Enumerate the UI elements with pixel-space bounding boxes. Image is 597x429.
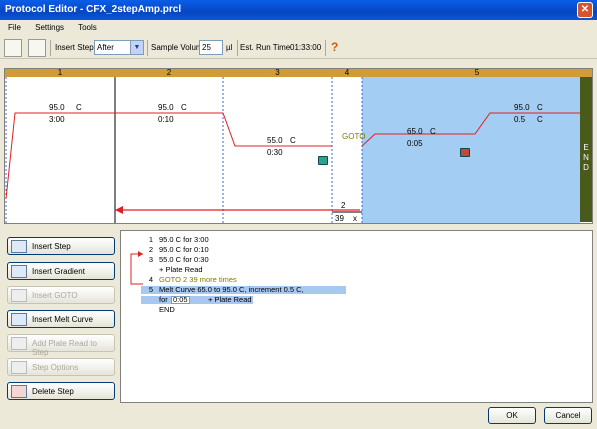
step5-end-unit: C xyxy=(537,103,543,112)
insert-goto-button[interactable]: Insert GOTO xyxy=(7,286,115,304)
delete-step-button[interactable]: Delete Step xyxy=(7,382,115,400)
step-text: + Plate Read xyxy=(159,265,203,274)
toolbar-separator xyxy=(50,40,51,56)
add-plate-read-button[interactable]: Add Plate Read to Step xyxy=(7,334,115,357)
insert-step-value: After xyxy=(97,43,114,52)
selected-step-highlight xyxy=(362,77,580,223)
step1-time: 3:00 xyxy=(49,115,65,124)
step-text: + Plate Read xyxy=(208,295,252,304)
toolbar-separator xyxy=(325,40,326,56)
plate-read-icon xyxy=(460,148,470,157)
insert-gradient-icon xyxy=(11,265,27,278)
list-item[interactable]: 1 95.0 C for 3:00 xyxy=(121,236,592,244)
insert-melt-curve-icon xyxy=(11,313,27,326)
list-item[interactable]: + Plate Read xyxy=(121,266,592,274)
protocol-step-list[interactable]: 1 95.0 C for 3:00 2 95.0 C for 0:10 3 55… xyxy=(120,230,593,403)
menu-settings[interactable]: Settings xyxy=(35,23,64,32)
insert-gradient-button-label: Insert Gradient xyxy=(32,267,85,276)
step-number: 4 xyxy=(148,275,153,284)
insert-step-label: Insert Step xyxy=(55,43,94,52)
close-icon[interactable]: ✕ xyxy=(577,2,593,18)
step-number: 1 xyxy=(148,235,153,244)
step3-temp: 55.0 xyxy=(267,136,283,145)
step-text: END xyxy=(159,305,175,314)
insert-melt-curve-button[interactable]: Insert Melt Curve xyxy=(7,310,115,328)
toolbar-separator xyxy=(147,40,148,56)
insert-step-button[interactable]: Insert Step xyxy=(7,237,115,255)
step5-increment: 0.5 xyxy=(514,115,526,124)
step-number: 5 xyxy=(148,285,153,294)
save-icon[interactable] xyxy=(4,39,22,57)
step-options-icon xyxy=(11,361,27,374)
toolbar: Insert Step After ▼ Sample Volume 25 µl … xyxy=(0,37,597,59)
goto-times: 39 xyxy=(335,214,344,223)
sample-volume-unit: µl xyxy=(226,43,233,52)
step5-start-unit: C xyxy=(430,127,436,136)
list-item-selected[interactable]: 5 Melt Curve 65.0 to 95.0 C, increment 0… xyxy=(141,286,346,294)
window-title: Protocol Editor - CFX_2stepAmp.prcl xyxy=(5,4,182,15)
protocol-plot xyxy=(5,77,580,223)
step2-unit: C xyxy=(181,103,187,112)
insert-step-button-label: Insert Step xyxy=(32,242,71,251)
step-text: 55.0 C for 0:30 xyxy=(159,255,209,264)
step-text: for xyxy=(159,295,168,304)
list-item[interactable]: 3 55.0 C for 0:30 xyxy=(121,256,592,264)
end-marker: END xyxy=(580,77,592,222)
insert-step-icon xyxy=(11,240,27,253)
print-icon[interactable] xyxy=(28,39,46,57)
list-item[interactable]: END xyxy=(121,306,592,314)
insert-goto-button-label: Insert GOTO xyxy=(32,291,78,300)
insert-melt-curve-button-label: Insert Melt Curve xyxy=(32,315,93,324)
menu-file[interactable]: File xyxy=(8,23,21,32)
goto-label: GOTO xyxy=(342,132,366,141)
step5-increment-time: 0:05 xyxy=(407,139,423,148)
step2-temp: 95.0 xyxy=(158,103,174,112)
list-item[interactable]: 4 GOTO 2 39 more times xyxy=(121,276,592,284)
cancel-button[interactable]: Cancel xyxy=(544,407,592,424)
add-plate-read-icon xyxy=(11,337,27,350)
plate-read-icon xyxy=(318,156,328,165)
title-bar: Protocol Editor - CFX_2stepAmp.prcl ✕ xyxy=(0,0,597,20)
step-number: 2 xyxy=(148,245,153,254)
ok-button[interactable]: OK xyxy=(488,407,536,424)
insert-gradient-button[interactable]: Insert Gradient xyxy=(7,262,115,280)
step1-unit: C xyxy=(76,103,82,112)
list-item-selected[interactable]: for 0:05 + Plate Read xyxy=(141,296,253,304)
menu-bar: File Settings Tools xyxy=(0,20,597,36)
help-icon[interactable]: ? xyxy=(331,40,338,54)
delete-icon xyxy=(11,385,27,398)
step-text: GOTO 2 39 more times xyxy=(159,275,237,284)
run-time-label: Est. Run Time xyxy=(240,43,291,52)
menu-tools[interactable]: Tools xyxy=(78,23,97,32)
toolbar-separator xyxy=(237,40,238,56)
temperature-line xyxy=(5,112,332,200)
list-item[interactable]: 2 95.0 C for 0:10 xyxy=(121,246,592,254)
goto-target: 2 xyxy=(341,201,346,210)
chevron-down-icon[interactable]: ▼ xyxy=(130,41,143,54)
delete-step-button-label: Delete Step xyxy=(32,387,74,396)
step-text: Melt Curve 65.0 to 95.0 C, increment 0.5… xyxy=(159,285,304,294)
goto-arrow-head xyxy=(115,206,123,214)
step-options-button[interactable]: Step Options xyxy=(7,358,115,376)
goto-times-x: x xyxy=(353,214,357,223)
run-time-value: 01:33:00 xyxy=(290,43,322,52)
step2-time: 0:10 xyxy=(158,115,174,124)
step-text: 95.0 C for 3:00 xyxy=(159,235,209,244)
step3-unit: C xyxy=(290,136,296,145)
step5-end-temp: 95.0 xyxy=(514,103,530,112)
insert-goto-icon xyxy=(11,289,27,302)
step-number: 3 xyxy=(148,255,153,264)
step5-increment-unit: C xyxy=(537,115,543,124)
add-plate-read-button-label: Add Plate Read to Step xyxy=(32,339,97,357)
step1-temp: 95.0 xyxy=(49,103,65,112)
step3-time: 0:30 xyxy=(267,148,283,157)
protocol-graph[interactable]: 1 2 3 4 5 95.0 C 3:00 95.0 C 0:10 55.0 C… xyxy=(4,68,593,224)
sample-volume-input[interactable]: 25 xyxy=(199,40,223,55)
insert-step-select[interactable]: After ▼ xyxy=(94,40,144,55)
step-text: 95.0 C for 0:10 xyxy=(159,245,209,254)
increment-time-input[interactable]: 0:05 xyxy=(171,296,190,304)
step5-start-temp: 65.0 xyxy=(407,127,423,136)
step-options-button-label: Step Options xyxy=(32,363,79,372)
